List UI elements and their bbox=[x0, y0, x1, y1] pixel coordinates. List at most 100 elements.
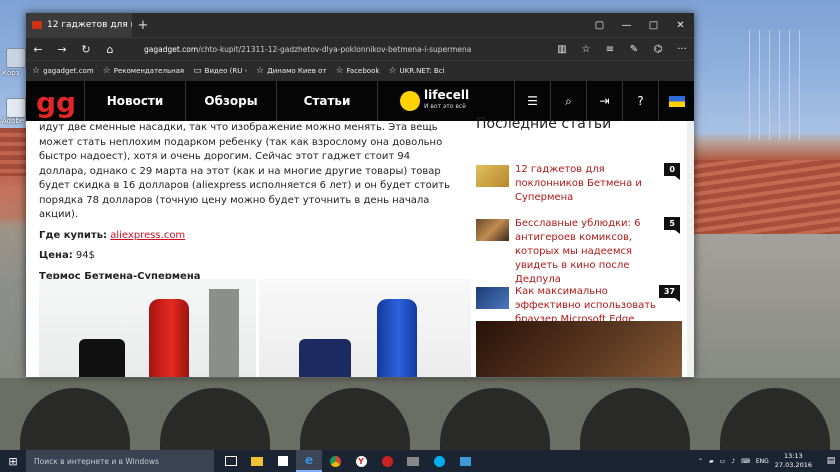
skype-icon[interactable] bbox=[426, 450, 452, 472]
recycle-bin-icon[interactable] bbox=[6, 48, 26, 68]
aliexpress-link[interactable]: aliexpress.com bbox=[110, 230, 185, 241]
star-icon: ☆ bbox=[32, 66, 41, 76]
article-paragraph: идут две сменные насадки, так что изобра… bbox=[39, 122, 450, 220]
store-icon[interactable] bbox=[270, 450, 296, 472]
article-body: идут две сменные насадки, так что изобра… bbox=[39, 121, 459, 290]
favorite-item[interactable]: ☆ Рекомендательная bbox=[103, 66, 184, 76]
price-value: 94$ bbox=[75, 250, 95, 261]
back-arrow-icon[interactable]: ← bbox=[26, 43, 50, 56]
comment-count-badge: 37 bbox=[658, 285, 681, 302]
favorite-label: UKR.NET: Всі bbox=[399, 67, 445, 75]
browser-window: 12 гаджетов для покло × + ▢ — □ ✕ ← → ↻ … bbox=[26, 13, 694, 377]
navigation-bar: ← → ↻ ⌂ gagadget.com/chto-kupit/21311-12… bbox=[26, 37, 694, 60]
favorite-item[interactable]: ☆ Facebook bbox=[335, 66, 379, 76]
file-explorer-icon[interactable] bbox=[244, 450, 270, 472]
lifecell-logo-icon bbox=[400, 91, 420, 111]
volume-icon[interactable]: ♪ bbox=[731, 458, 735, 465]
video-icon: ▭ bbox=[193, 66, 202, 76]
lifecell-banner[interactable]: lifecell И вот это всё bbox=[400, 81, 496, 121]
keyboard-icon[interactable]: ⌨ bbox=[741, 458, 750, 465]
site-header: gg Новости Обзоры Статьи lifecell И вот э… bbox=[26, 81, 694, 121]
price-label: Цена: bbox=[39, 250, 73, 261]
favorite-star-icon[interactable]: ☆ bbox=[574, 44, 598, 55]
clock[interactable]: 13:13 27.03.2016 bbox=[775, 452, 812, 470]
clock-time: 13:13 bbox=[784, 452, 803, 460]
adobe-app-icon[interactable] bbox=[6, 98, 26, 118]
photos-icon[interactable] bbox=[400, 450, 426, 472]
language-indicator[interactable]: ENG bbox=[756, 458, 769, 465]
more-icon[interactable]: ··· bbox=[670, 44, 694, 55]
sidebar-title: Последние статьи bbox=[476, 116, 612, 132]
blue-thermos bbox=[377, 299, 417, 377]
star-icon: ☆ bbox=[102, 66, 111, 76]
web-note-icon[interactable]: ✎ bbox=[622, 44, 646, 55]
hub-icon[interactable]: ≡ bbox=[598, 44, 622, 55]
share-icon[interactable]: ⌬ bbox=[646, 44, 670, 55]
home-icon[interactable]: ⌂ bbox=[98, 43, 122, 56]
forward-arrow-icon[interactable]: → bbox=[50, 43, 74, 56]
favorites-bar: ☆ gagadget.com ☆ Рекомендательная ▭ Видео (… bbox=[26, 60, 694, 81]
where-to-buy-label: Где купить: bbox=[39, 229, 108, 241]
help-icon[interactable]: ? bbox=[622, 81, 658, 121]
refresh-icon[interactable]: ↻ bbox=[74, 43, 98, 56]
new-tab-button[interactable]: + bbox=[132, 18, 154, 33]
maximize-icon[interactable]: □ bbox=[640, 20, 667, 31]
nav-articles[interactable]: Статьи bbox=[276, 81, 378, 121]
search-icon[interactable]: ⌕ bbox=[550, 81, 586, 121]
scrollbar[interactable] bbox=[687, 121, 694, 377]
reading-view-icon[interactable]: ▥ bbox=[550, 44, 574, 55]
clock-date: 27.03.2016 bbox=[774, 461, 812, 469]
favorite-label: Facebook bbox=[346, 67, 380, 75]
minimize-icon[interactable]: — bbox=[613, 20, 640, 31]
favorite-label: Рекомендательная bbox=[113, 67, 185, 75]
site-nav: Новости Обзоры Статьи bbox=[84, 81, 378, 121]
thermos-image-left bbox=[39, 279, 256, 377]
address-bar[interactable]: gagadget.com/chto-kupit/21311-12-gadzhet… bbox=[144, 45, 550, 54]
edge-browser-icon[interactable]: e bbox=[296, 450, 322, 472]
promo-banner-image[interactable] bbox=[476, 321, 682, 377]
favorite-label: Видео (RU - bbox=[204, 67, 248, 75]
title-bar: 12 гаджетов для покло × + ▢ — □ ✕ bbox=[26, 13, 694, 37]
sidebar-article[interactable]: Бесславные ублюдки: 6 антигероев комиксо… bbox=[476, 217, 686, 285]
sidebar: Последние статьи 12 гаджетов для поклонн… bbox=[476, 116, 686, 325]
favorite-item[interactable]: ☆ gagadget.com bbox=[32, 66, 94, 76]
tab-preview-icon[interactable]: ▢ bbox=[586, 20, 613, 31]
yandex-browser-icon[interactable]: Y bbox=[348, 450, 374, 472]
chrome-icon[interactable] bbox=[322, 450, 348, 472]
ccleaner-icon[interactable] bbox=[374, 450, 400, 472]
page-content: идут две сменные насадки, так что изобра… bbox=[26, 116, 694, 377]
building-wall bbox=[694, 234, 840, 384]
logo-text: gg bbox=[36, 86, 77, 119]
sidebar-article-title[interactable]: Бесславные ублюдки: 6 антигероев комиксо… bbox=[515, 217, 665, 287]
nav-news[interactable]: Новости bbox=[84, 81, 185, 121]
network-icon[interactable]: ▰ bbox=[709, 458, 714, 465]
show-hidden-icons-icon[interactable]: ⌃ bbox=[698, 458, 703, 465]
sidebar-article-title[interactable]: 12 гаджетов для поклонников Бетмена и Су… bbox=[515, 163, 665, 205]
language-flag-icon[interactable] bbox=[658, 81, 694, 121]
favorite-label: gagadget.com bbox=[43, 67, 94, 75]
star-icon: ☆ bbox=[335, 66, 344, 76]
nav-reviews[interactable]: Обзоры bbox=[185, 81, 276, 121]
background-shelf bbox=[209, 289, 239, 377]
taskbar: ⊞ Поиск в интернете и в Windows e Y ⌃ ▰ … bbox=[0, 450, 840, 472]
article-thumbnail bbox=[476, 287, 509, 309]
site-logo[interactable]: gg bbox=[36, 84, 77, 119]
login-icon[interactable]: ⇥ bbox=[586, 81, 622, 121]
taskbar-search-input[interactable]: Поиск в интернете и в Windows bbox=[26, 450, 214, 472]
task-view-icon[interactable] bbox=[218, 450, 244, 472]
gagadget-favicon-icon bbox=[32, 21, 42, 29]
favorite-item[interactable]: ☆ UKR.NET: Всі bbox=[388, 66, 444, 76]
url-host: gagadget.com bbox=[144, 44, 199, 54]
windows-start-icon[interactable]: ⊞ bbox=[0, 450, 26, 472]
battery-icon[interactable]: ▭ bbox=[720, 458, 726, 465]
browser-tab[interactable]: 12 гаджетов для покло × bbox=[26, 13, 132, 37]
menu-icon[interactable]: ☰ bbox=[514, 81, 550, 121]
favorite-item[interactable]: ☆ Динамо Киев от bbox=[256, 66, 326, 76]
comment-count-badge: 0 bbox=[664, 163, 680, 180]
close-window-icon[interactable]: ✕ bbox=[667, 20, 694, 31]
action-center-icon[interactable]: ▤ bbox=[822, 450, 840, 472]
thermos-image-right bbox=[259, 279, 471, 377]
sidebar-article[interactable]: 12 гаджетов для поклонников Бетмена и Су… bbox=[476, 163, 686, 213]
app-icon[interactable] bbox=[452, 450, 478, 472]
favorite-item[interactable]: ▭ Видео (RU - bbox=[193, 66, 247, 76]
